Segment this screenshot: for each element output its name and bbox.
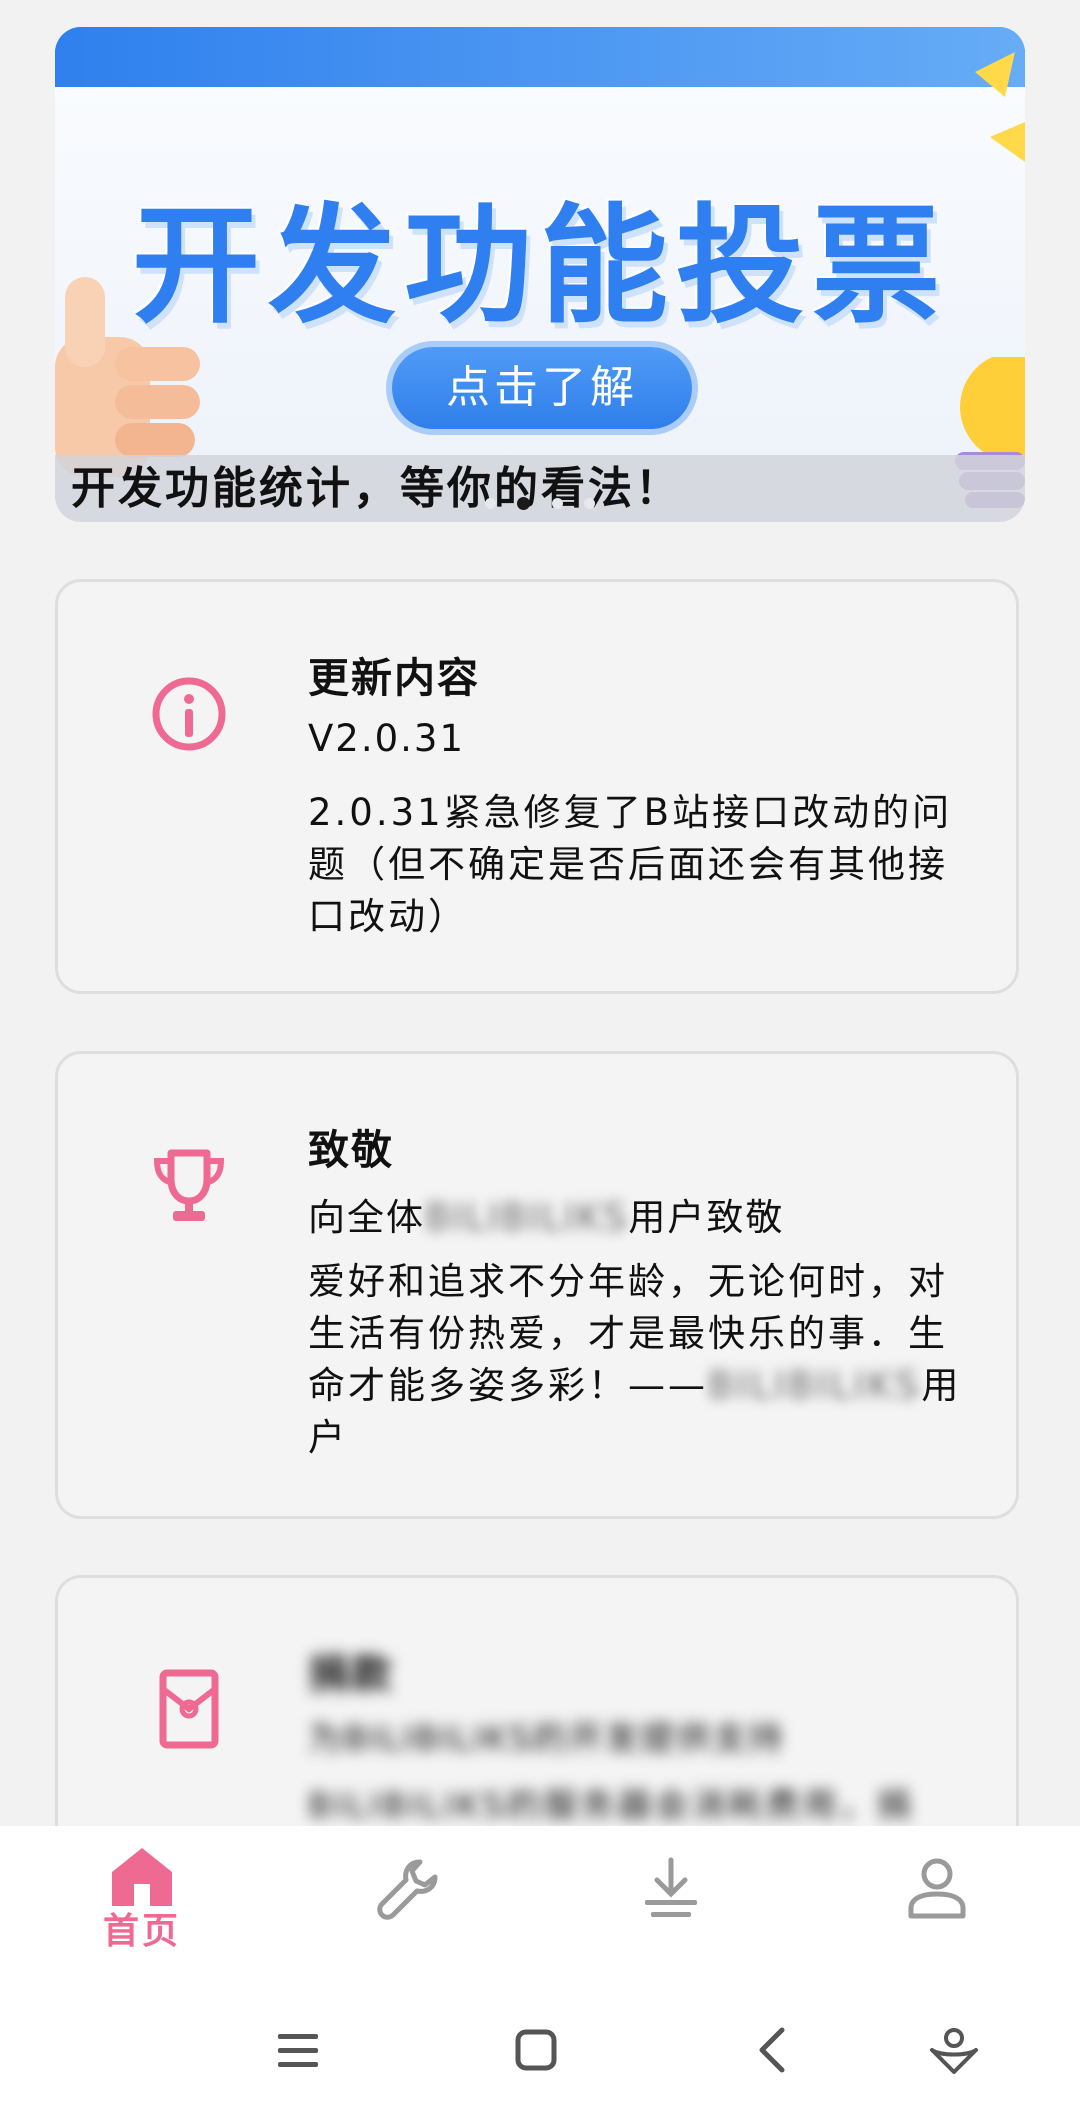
app-name-blurred: BILIBILIKS: [708, 1364, 922, 1407]
home-icon: [112, 1848, 172, 1906]
user-icon: [908, 1858, 966, 1919]
subtitle-prefix: 向全体: [308, 1196, 425, 1239]
trophy-icon: [153, 1149, 225, 1221]
banner-top-band: [55, 27, 1025, 89]
download-icon: [645, 1857, 697, 1917]
update-card[interactable]: 更新内容 V2.0.31 2.0.31紧急修复了B站接口改动的问题（但不确定是否…: [55, 579, 1019, 994]
red-envelope-icon: [159, 1669, 219, 1749]
bottom-navigation: 首页: [0, 1826, 1080, 1982]
carousel-indicator: [55, 493, 1025, 510]
carousel-dot[interactable]: [583, 498, 595, 509]
donate-subtitle: 为BILIBILIKS的开发提供支持: [308, 1719, 785, 1759]
thumbs-up-icon: [55, 277, 200, 477]
card-title: 更新内容: [308, 654, 480, 702]
assistant-icon[interactable]: [924, 2020, 984, 2080]
update-description: 2.0.31紧急修复了B站接口改动的问题（但不确定是否后面还会有其他接口改动）: [308, 791, 953, 938]
card-title: 捐款: [308, 1650, 394, 1698]
learn-more-button[interactable]: 点击了解: [392, 347, 692, 429]
banner-caption: 开发功能统计，等你的看法！: [71, 463, 682, 514]
app-name-blurred: BILIBILIKS: [425, 1196, 629, 1239]
back-icon[interactable]: [744, 2020, 804, 2080]
tribute-subtitle: 向全体BILIBILIKS用户致敬: [308, 1187, 784, 1241]
version-label: V2.0.31: [308, 717, 465, 760]
nav-profile[interactable]: [867, 1846, 1007, 1966]
carousel-dot[interactable]: [551, 498, 563, 509]
menu-icon[interactable]: [268, 2020, 328, 2080]
tribute-card[interactable]: 致敬 向全体BILIBILIKS用户致敬 爱好和追求不分年龄，无论何时，对生活有…: [55, 1051, 1019, 1519]
donate-description: BILIBILIKS的服务器会消耗费用，捐: [308, 1786, 914, 1826]
system-navigation-bar: [0, 1982, 1080, 2112]
promo-banner[interactable]: 开发功能投票 点击了解 开发功能统计，等你的看法！: [55, 27, 1025, 522]
info-icon: [152, 677, 226, 751]
nav-home[interactable]: 首页: [72, 1846, 212, 1966]
wrench-icon: [377, 1859, 438, 1920]
card-title: 致敬: [308, 1126, 394, 1174]
nav-home-label: 首页: [102, 1911, 181, 1952]
tribute-message: 爱好和追求不分年龄，无论何时，对生活有份热爱，才是最快乐的事．生命才能多姿多彩！…: [308, 1256, 968, 1464]
home-square-icon[interactable]: [506, 2020, 566, 2080]
subtitle-suffix: 用户致敬: [628, 1196, 785, 1239]
nav-tools[interactable]: [337, 1846, 477, 1966]
nav-download[interactable]: [601, 1846, 741, 1966]
